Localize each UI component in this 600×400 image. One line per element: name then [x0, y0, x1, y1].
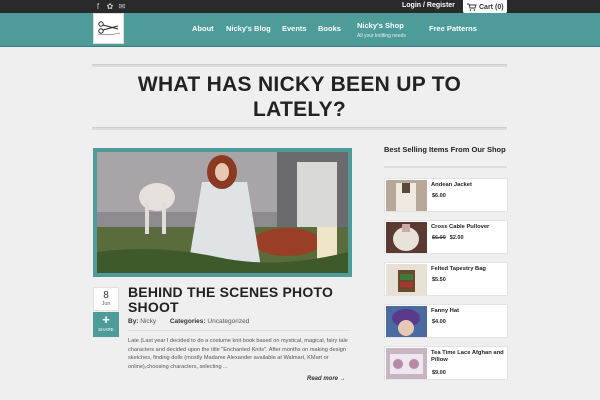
login-register-link[interactable]: Login / Register — [402, 2, 455, 9]
product-price-group: $6.00 $2.00 — [432, 235, 464, 241]
nav-books[interactable]: Books — [318, 24, 341, 33]
post-author[interactable]: Nicky — [140, 318, 156, 325]
product-price: $4.00 — [432, 319, 446, 325]
main-navigation: About Nicky's Blog Events Books Nicky's … — [0, 13, 600, 47]
share-label: SHARE — [98, 327, 114, 332]
plus-icon: + — [102, 312, 110, 327]
sidebar-rule — [384, 166, 507, 168]
heading-rule-bottom — [92, 127, 507, 130]
product-price: $6.00 — [432, 193, 446, 199]
nav-free-patterns[interactable]: Free Patterns — [429, 24, 477, 33]
cart-icon — [467, 3, 477, 11]
doll-photo — [97, 152, 348, 273]
product-thumbnail[interactable] — [386, 180, 427, 211]
product-item[interactable]: Andean Jacket $6.00 — [384, 178, 508, 212]
post-excerpt: Late (Last year I decided to do a costum… — [128, 338, 348, 370]
product-item[interactable]: Cross Cable Pullover $6.00 $2.00 — [384, 220, 508, 254]
site-logo[interactable] — [93, 13, 124, 44]
post-category[interactable]: Uncategorized — [207, 318, 249, 325]
nav-nickys-shop[interactable]: Nicky's Shop — [357, 21, 404, 30]
product-price: $5.50 — [432, 277, 446, 283]
sidebar-title: Best Selling Items From Our Shop — [384, 145, 506, 154]
product-thumbnail[interactable] — [386, 348, 427, 379]
post-meta: By: Nicky Categories: Uncategorized — [128, 318, 249, 325]
top-bar: f ✿ ✉ Login / Register Cart (0) — [0, 0, 600, 14]
cart-count: (0) — [495, 3, 504, 11]
product-name[interactable]: Cross Cable Pullover — [431, 224, 505, 231]
page-title: WHAT HAS NICKY BEEN UP TO LATELY? — [137, 73, 462, 121]
scissors-logo-icon — [97, 21, 121, 36]
by-label: By: — [128, 318, 139, 325]
share-button[interactable]: + SHARE — [93, 312, 119, 337]
nav-about[interactable]: About — [192, 24, 214, 33]
product-price: $2.00 — [449, 235, 464, 241]
product-name[interactable]: Tea Time Lace Afghan and Pillow — [431, 350, 505, 364]
facebook-icon[interactable]: f — [94, 2, 102, 11]
product-item[interactable]: Fanny Hat $4.00 — [384, 304, 508, 338]
product-thumbnail[interactable] — [386, 306, 427, 337]
heading-rule-top — [92, 64, 507, 67]
read-more-link[interactable]: Read more → — [307, 376, 346, 382]
post-month: Jun — [101, 301, 111, 307]
nav-events[interactable]: Events — [282, 24, 307, 33]
product-name[interactable]: Fanny Hat — [431, 308, 505, 315]
cart-label: Cart — [479, 3, 494, 11]
product-name[interactable]: Andean Jacket — [431, 182, 505, 189]
product-name[interactable]: Felted Tapestry Bag — [431, 266, 505, 273]
meta-divider — [128, 330, 351, 331]
post-date: 8 Jun — [93, 287, 119, 311]
cart-button[interactable]: Cart (0) — [463, 0, 507, 14]
email-icon[interactable]: ✉ — [118, 2, 126, 11]
post-title[interactable]: BEHIND THE SCENES PHOTO SHOOT — [128, 285, 353, 315]
product-old-price: $6.00 — [432, 235, 446, 241]
product-thumbnail[interactable] — [386, 264, 427, 295]
nav-nickys-blog[interactable]: Nicky's Blog — [226, 24, 271, 33]
product-price: $9.00 — [432, 370, 446, 376]
featured-image[interactable] — [93, 148, 352, 277]
social-links: f ✿ ✉ — [94, 2, 126, 11]
categories-label: Categories: — [169, 318, 206, 325]
twitter-icon[interactable]: ✿ — [106, 2, 114, 11]
product-item[interactable]: Tea Time Lace Afghan and Pillow $9.00 — [384, 346, 508, 380]
post-day: 8 — [103, 290, 109, 301]
product-item[interactable]: Felted Tapestry Bag $5.50 — [384, 262, 508, 296]
product-thumbnail[interactable] — [386, 222, 427, 253]
nav-shop-subtitle: All your knitting needs — [357, 33, 406, 39]
